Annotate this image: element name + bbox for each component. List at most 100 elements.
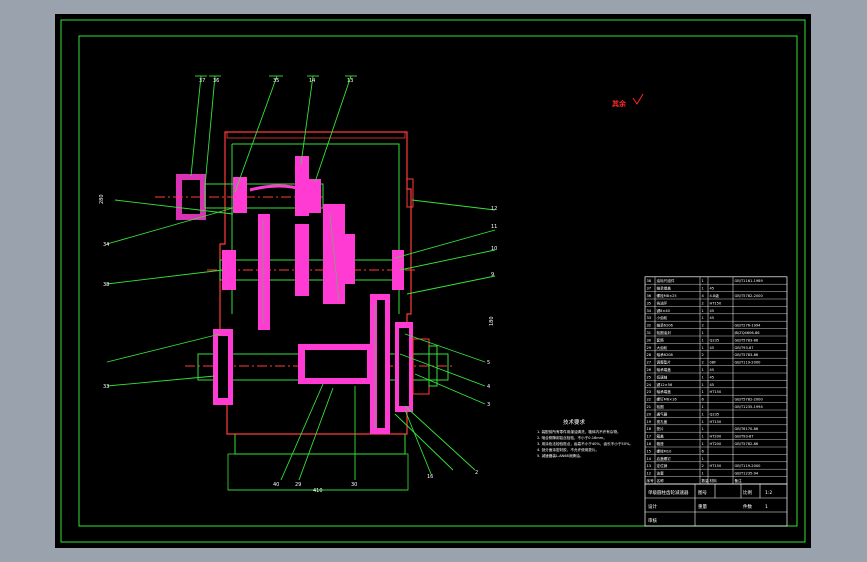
bom-cell-no: 37 [647,287,652,291]
cad-drawing-canvas[interactable]: 其余 37 36 35 14 13 12 11 10 9 5 4 3 2 34 … [55,14,811,548]
bom-cell-std: GB/T93-87 [735,435,754,439]
bom-cell-std: GB/T1161-1989 [735,279,764,283]
bom-cell-std: GB/T1235-1994 [735,405,764,409]
bom-cell-no: 27 [647,361,652,365]
roughness-symbol [632,93,644,105]
bom-cell-name: 螺栓M10 [657,448,673,453]
bom-cell-qty: 1 [702,412,704,416]
callout-9: 9 [491,272,494,278]
bom-cell-material: 08F [710,361,717,365]
bom-cell-std: GB/T6170-86 [735,427,759,431]
bom-cell-no: 20 [647,412,652,416]
bom-cell-no: 14 [647,457,652,461]
title-scale-label: 比例 [743,489,752,496]
bom-cell-qty: 1 [702,331,704,335]
callout-30: 30 [351,482,357,488]
bom-cell-no: 29 [647,346,652,350]
bom-cell-no: 33 [647,316,652,320]
bom-cell-material: 4.8级 [710,293,720,298]
dimension-bottom: 410 [313,488,323,494]
callout-14: 14 [309,78,315,84]
bom-cell-qty: 2 [702,464,704,468]
bom-cell-material: HT150 [710,420,722,424]
bom-cell-material: 45 [710,383,715,387]
bom-cell-no: 13 [647,464,652,468]
bom-cell-no: 12 [647,472,652,476]
bom-cell-name: 垫片 [657,426,665,431]
callout-11: 11 [491,224,497,230]
bom-cell-no: 28 [647,353,652,357]
bom-cell-name: 套筒 [657,337,665,342]
bom-header-no: 序号 [647,478,655,483]
bom-cell-qty: 1 [702,287,704,291]
callout-12: 12 [491,206,497,212]
callout-5: 5 [487,360,490,366]
bom-cell-qty: 1 [702,383,704,387]
bom-cell-material: Q235 [710,412,720,416]
bom-cell-qty: 2 [702,324,704,328]
bom-cell-no: 17 [647,435,652,439]
technical-notes: 技术要求 1. 装配前所有零件用煤油清洗，箱体内不许有杂物。 2. 啮合侧隙用铅… [537,418,633,458]
bom-header-material: 材料 [710,478,718,483]
bom-cell-std: GB/T5782-86 [735,442,759,446]
bom-cell-name: 油标尺组件 [657,278,675,283]
bom-cell-std: GB/T5783-86 [735,353,759,357]
bom-cell-no: 15 [647,449,652,453]
bom-header-qty: 数量 [702,478,710,483]
bom-cell-qty: 1 [702,346,704,350]
bom-cell-material: 45 [710,316,715,320]
title-block: 单级圆柱齿轮减速器 图号 比例 1:2 设计 审核 重量 件数 1 [644,483,788,527]
title-checker-label: 审核 [648,517,657,524]
bom-cell-qty: 1 [702,457,704,461]
bom-cell-no: 38 [647,279,652,283]
bom-cell-qty: 2 [702,353,704,357]
bom-cell-name: 毡圈 [657,404,665,409]
bom-cell-std: GB/T276-1994 [735,324,762,328]
bom-cell-no: 23 [647,390,652,394]
callout-38: 38 [103,282,109,288]
bom-cell-material: 45 [710,375,715,379]
bom-cell-name: 调整垫片 [657,360,672,365]
bom-cell-qty: 1 [702,375,704,379]
bom-cell-no: 16 [647,442,652,446]
bom-cell-name: 毡圈油封 [657,330,672,335]
callout-16: 16 [427,474,433,480]
notes-line-1: 1. 装配前所有零件用煤油清洗，箱体内不许有杂物。 [537,429,621,434]
bom-cell-qty: 1 [702,442,704,446]
notes-line-4: 4. 剖分面涂密封胶，不允许使用垫片。 [537,447,599,452]
bom-cell-no: 31 [647,331,652,335]
bom-cell-no: 26 [647,368,652,372]
bom-cell-std: GB/T119-2000 [735,464,762,468]
bom-cell-name: 螺钉M6×16 [657,397,678,402]
bom-cell-qty: 6 [702,398,705,402]
bom-cell-no: 30 [647,338,652,342]
bom-cell-material: 45 [710,346,715,350]
title-qty-label: 件数 [743,503,752,510]
title-drawing-name: 单级圆柱齿轮减速器 [648,489,689,496]
bom-cell-std: GB/T119-2000 [735,361,762,365]
bom-cell-qty: 6 [702,449,705,453]
bom-cell-name: 键12×56 [657,382,673,387]
bom-cell-std: GB/T5783-86 [735,338,759,342]
callout-10: 10 [491,246,497,252]
surface-finish-stamp: 其余 [612,99,627,108]
bom-header-name: 名称 [657,478,665,483]
bom-cell-no: 35 [647,301,652,305]
title-sheet-label: 图号 [698,490,707,496]
bom-cell-qty: 1 [702,427,704,431]
bom-cell-name: 油塞 [657,471,665,476]
inner-border [78,35,798,527]
bom-cell-std: GB/T1235-94 [735,472,759,476]
bom-cell-no: 19 [647,420,652,424]
bom-cell-name: 轴承6208 [657,352,674,357]
bom-cell-qty: 1 [702,435,704,439]
bom-cell-name: 轴承端盖 [657,367,672,372]
assembly-drawing: 其余 37 36 35 14 13 12 11 10 9 5 4 3 2 34 … [60,19,806,543]
bom-cell-material: HT200 [710,442,722,446]
notes-line-2: 2. 啮合侧隙用铅丝检验，不小于0.16mm。 [537,435,607,440]
bom-cell-qty: 1 [702,368,704,372]
bom-cell-qty: 1 [702,279,704,283]
bom-cell-material: Q235 [710,338,720,342]
title-scale: 1:2 [765,490,772,496]
bom-cell-material: HT150 [710,301,722,305]
